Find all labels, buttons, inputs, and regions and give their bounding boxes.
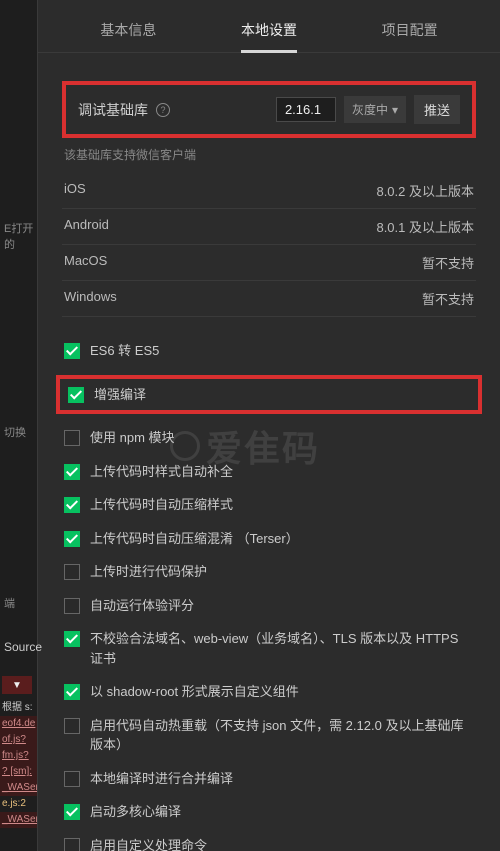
debug-lib-label: 调试基础库 [78, 100, 148, 120]
debug-lib-box: 调试基础库 ? 灰度中 ▾ 推送 [62, 81, 476, 138]
platform-name: MacOS [64, 253, 107, 272]
option-label: 以 shadow-root 形式展示自定义组件 [90, 682, 299, 702]
option-label: 自动运行体验评分 [90, 596, 194, 616]
gutter-label-source: Source [4, 640, 42, 654]
option-row: 不校验合法域名、web-view（业务域名）、TLS 版本以及 HTTPS 证书 [64, 629, 474, 668]
option-label: 增强编译 [94, 385, 146, 405]
option-row: 增强编译 [56, 375, 482, 415]
platform-value: 8.0.2 及以上版本 [376, 181, 474, 200]
version-input[interactable] [276, 97, 336, 122]
help-icon[interactable]: ? [156, 103, 170, 117]
platform-row: Android 8.0.1 及以上版本 [62, 209, 476, 245]
push-button[interactable]: 推送 [414, 95, 460, 124]
left-gutter: E打开的 切换 端 Source ▼ 根据 s: eof4.de of.js? … [0, 0, 38, 851]
tab-local-settings[interactable]: 本地设置 [237, 12, 301, 52]
option-label: 启用代码自动热重载（不支持 json 文件，需 2.12.0 及以上基础库版本） [90, 716, 474, 755]
options-list: ES6 转 ES5增强编译使用 npm 模块上传代码时样式自动补全上传代码时自动… [62, 341, 476, 851]
option-label: ES6 转 ES5 [90, 341, 159, 361]
option-row: 以 shadow-root 形式展示自定义组件 [64, 682, 474, 702]
option-label: 上传时进行代码保护 [90, 562, 207, 582]
checkbox[interactable] [64, 464, 80, 480]
option-row: 上传代码时样式自动补全 [64, 462, 474, 482]
option-label: 上传代码时样式自动补全 [90, 462, 233, 482]
gutter-label: E打开的 [4, 220, 37, 252]
main-panel: 基本信息 本地设置 项目配置 调试基础库 ? 灰度中 ▾ 推送 该基础库支持微信… [38, 0, 500, 851]
option-row: 自动运行体验评分 [64, 596, 474, 616]
checkbox[interactable] [64, 430, 80, 446]
gray-select-label: 灰度中 [352, 101, 388, 118]
option-row: 启用代码自动热重载（不支持 json 文件，需 2.12.0 及以上基础库版本） [64, 716, 474, 755]
gutter-label: 端 [4, 595, 15, 611]
checkbox[interactable] [64, 564, 80, 580]
gutter-lines: 根据 s: eof4.de of.js? fm.js? ? [sm]: _WAS… [0, 700, 37, 828]
platform-value: 暂不支持 [422, 253, 474, 272]
tab-bar: 基本信息 本地设置 项目配置 [38, 0, 500, 53]
platform-name: Android [64, 217, 109, 236]
checkbox[interactable] [64, 343, 80, 359]
chevron-down-icon: ▾ [392, 103, 398, 117]
option-label: 本地编译时进行合并编译 [90, 769, 233, 789]
checkbox[interactable] [64, 771, 80, 787]
checkbox[interactable] [64, 804, 80, 820]
option-label: 不校验合法域名、web-view（业务域名）、TLS 版本以及 HTTPS 证书 [90, 629, 474, 668]
checkbox[interactable] [64, 598, 80, 614]
option-row: 本地编译时进行合并编译 [64, 769, 474, 789]
option-label: 上传代码时自动压缩混淆 （Terser） [90, 529, 299, 549]
option-label: 启用自定义处理命令 [90, 836, 207, 851]
option-row: 启动多核心编译 [64, 802, 474, 822]
platform-name: iOS [64, 181, 86, 200]
checkbox[interactable] [64, 838, 80, 851]
option-row: 使用 npm 模块 [64, 428, 474, 448]
tab-project-config[interactable]: 项目配置 [378, 12, 442, 52]
option-label: 使用 npm 模块 [90, 428, 175, 448]
checkbox[interactable] [64, 684, 80, 700]
tab-basic-info[interactable]: 基本信息 [96, 12, 160, 52]
platform-value: 暂不支持 [422, 289, 474, 308]
platform-row: Windows 暂不支持 [62, 281, 476, 317]
checkbox[interactable] [64, 718, 80, 734]
option-row: 上传时进行代码保护 [64, 562, 474, 582]
option-label: 上传代码时自动压缩样式 [90, 495, 233, 515]
gutter-label: 切换 [4, 424, 26, 440]
checkbox[interactable] [64, 631, 80, 647]
platform-list: iOS 8.0.2 及以上版本 Android 8.0.1 及以上版本 MacOS 暂不支… [62, 173, 476, 317]
checkbox[interactable] [68, 387, 84, 403]
settings-section: 调试基础库 ? 灰度中 ▾ 推送 该基础库支持微信客户端 iOS 8.0.2 及以… [38, 53, 500, 851]
option-row: ES6 转 ES5 [64, 341, 474, 361]
option-row: 上传代码时自动压缩样式 [64, 495, 474, 515]
platform-row: iOS 8.0.2 及以上版本 [62, 173, 476, 209]
platform-value: 8.0.1 及以上版本 [376, 217, 474, 236]
platform-name: Windows [64, 289, 117, 308]
gutter-red-tab[interactable]: ▼ [2, 676, 32, 694]
option-row: 上传代码时自动压缩混淆 （Terser） [64, 529, 474, 549]
platform-row: MacOS 暂不支持 [62, 245, 476, 281]
gray-select[interactable]: 灰度中 ▾ [344, 96, 406, 123]
checkbox[interactable] [64, 531, 80, 547]
support-note: 该基础库支持微信客户端 [64, 146, 474, 163]
option-label: 启动多核心编译 [90, 802, 181, 822]
checkbox[interactable] [64, 497, 80, 513]
option-row: 启用自定义处理命令 [64, 836, 474, 851]
